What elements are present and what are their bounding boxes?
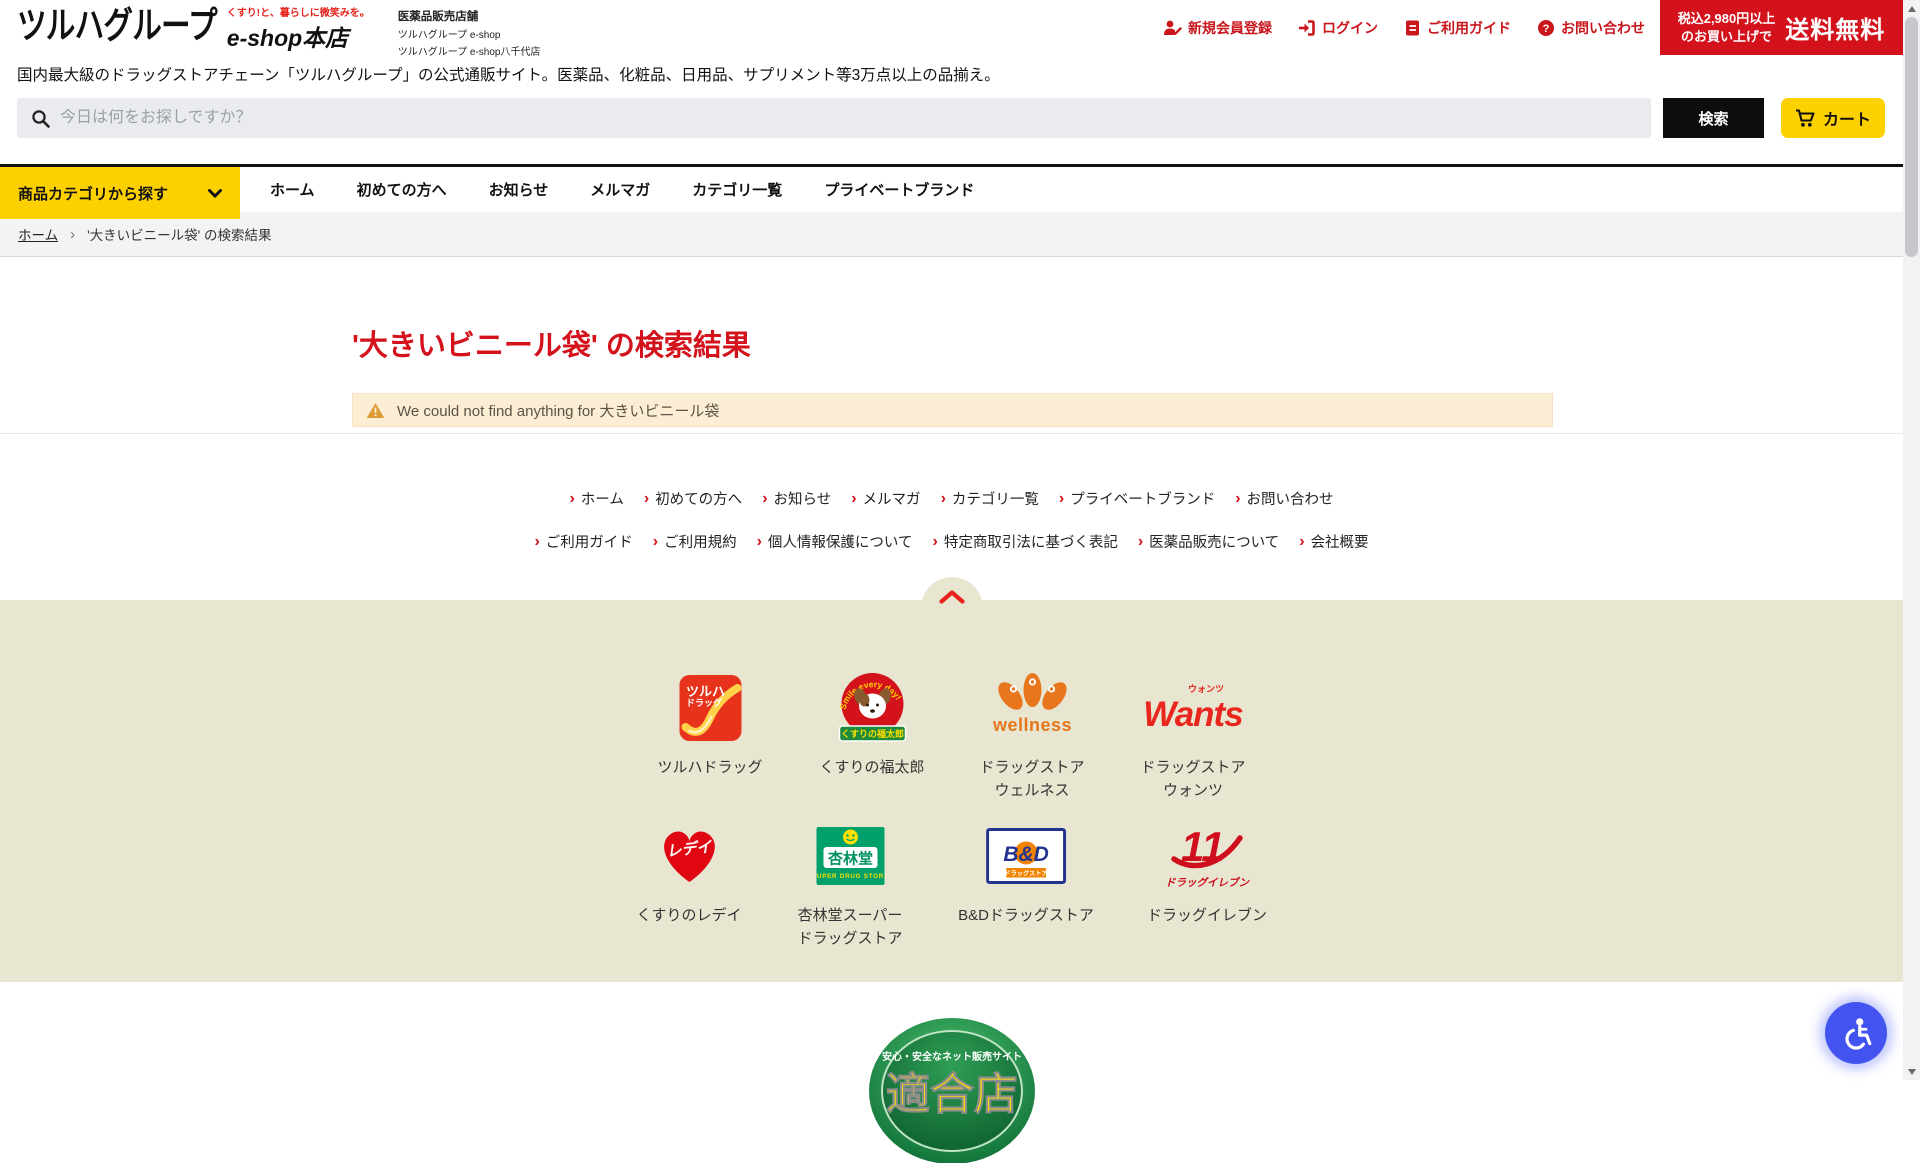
- footer-link-commerce-law[interactable]: ›特定商取引法に基づく表記: [933, 531, 1118, 552]
- footer-nav-row1: ›ホーム ›初めての方へ ›お知らせ ›メルマガ ›カテゴリ一覧 ›プライベート…: [0, 488, 1903, 509]
- login-icon: [1298, 19, 1316, 37]
- scrollbar-up-arrow[interactable]: [1903, 0, 1920, 17]
- nav-item-mailmag[interactable]: メルマガ: [590, 179, 650, 200]
- header-utility-links: 新規会員登録 ログイン ご利用ガイド ? お問い合わせ: [1190, 18, 1645, 38]
- register-link[interactable]: 新規会員登録: [1163, 18, 1272, 38]
- nav-item-home[interactable]: ホーム: [270, 179, 315, 200]
- section-divider: [0, 433, 1903, 434]
- guide-link[interactable]: ご利用ガイド: [1404, 18, 1511, 38]
- fukutaro-logo: Smile every day! くすりの福太郎: [836, 668, 908, 748]
- tsuruha-drug-logo: ツルハ ドラッグ: [679, 668, 741, 748]
- wellness-logo: wellness: [980, 668, 1084, 748]
- search-icon: [31, 109, 50, 128]
- nav-item-category-list[interactable]: カテゴリ一覧: [692, 179, 782, 200]
- kyorindo-logo: 杏林堂 SUPER DRUG STORE: [816, 816, 884, 896]
- footer-link-home[interactable]: ›ホーム: [569, 488, 623, 509]
- brand-kyorindo[interactable]: 杏林堂 SUPER DRUG STORE 杏林堂スーパードラッグストア: [797, 816, 902, 951]
- brand-tsuruha-drug[interactable]: ツルハ ドラッグ ツルハドラッグ: [657, 668, 762, 779]
- footer-link-news[interactable]: ›お知らせ: [762, 488, 831, 509]
- footer-link-drug-sales[interactable]: ›医薬品販売について: [1138, 531, 1279, 552]
- footer-link-guide[interactable]: ›ご利用ガイド: [534, 531, 632, 552]
- footer-link-privacy[interactable]: ›個人情報保護について: [757, 531, 913, 552]
- breadcrumb-home-link[interactable]: ホーム: [18, 224, 58, 244]
- scrollbar-thumb[interactable]: [1905, 17, 1918, 257]
- brand-drug-eleven[interactable]: 11 ドラッグイレブン ドラッグイレブン: [1147, 816, 1267, 927]
- brand-bd-drug[interactable]: B&D ドラッグストア B&D ドラッグストア: [958, 816, 1094, 927]
- page-title: '大きいビニール袋' の検索結果: [352, 322, 751, 364]
- free-shipping-label: 送料無料: [1785, 10, 1885, 45]
- chevron-up-icon: [939, 590, 965, 604]
- brand-redei[interactable]: レデイ くすりのレデイ: [636, 816, 741, 927]
- nav-item-first-time[interactable]: 初めての方へ: [357, 179, 447, 200]
- contact-link[interactable]: ? お問い合わせ: [1537, 18, 1645, 38]
- user-plus-icon: [1163, 19, 1182, 37]
- breadcrumb: ホーム › '大きいビニール袋' の検索結果: [0, 212, 1903, 257]
- redei-heart-logo: レデイ: [656, 816, 722, 896]
- shipping-condition: 税込2,980円以上 のお買い上げで: [1678, 10, 1776, 45]
- logo-wordmark: ツルハグループ: [17, 4, 217, 48]
- svg-text:適合店: 適合店: [886, 1070, 1018, 1119]
- brand-wants[interactable]: ウォンツ Wants ドラッグストアウォンツ: [1140, 668, 1245, 803]
- brand-fukutaro[interactable]: Smile every day! くすりの福太郎 くすりの福太郎: [819, 668, 924, 779]
- scrollbar[interactable]: [1903, 0, 1920, 1080]
- svg-text:SUPER DRUG STORE: SUPER DRUG STORE: [816, 873, 884, 880]
- guide-book-icon: [1404, 19, 1421, 37]
- search-input[interactable]: [60, 109, 1637, 127]
- svg-text:杏林堂: 杏林堂: [826, 850, 872, 868]
- svg-text:wellness: wellness: [991, 715, 1071, 735]
- breadcrumb-separator: ›: [70, 226, 75, 243]
- drug-eleven-logo: 11 ドラッグイレブン: [1165, 816, 1249, 896]
- question-icon: ?: [1537, 19, 1555, 37]
- cart-icon: [1795, 109, 1816, 128]
- nav-item-news[interactable]: お知らせ: [489, 179, 549, 200]
- accessibility-widget-button[interactable]: [1825, 1002, 1887, 1064]
- svg-text:安心・安全なネット販売サイト: 安心・安全なネット販売サイト: [882, 1050, 1022, 1063]
- no-results-message: We could not find anything for 大きいビニール袋: [352, 393, 1553, 427]
- site-logo[interactable]: ツルハグループ くすり!と、暮らしに微笑みを。 e-shop本店 医薬品販売店舗…: [17, 4, 540, 58]
- footer-link-contact[interactable]: ›お問い合わせ: [1235, 488, 1333, 509]
- main-nav-items: ホーム 初めての方へ お知らせ メルマガ カテゴリ一覧 プライベートブランド: [270, 167, 974, 212]
- free-shipping-banner: 税込2,980円以上 のお買い上げで 送料無料: [1660, 0, 1903, 55]
- login-link[interactable]: ログイン: [1298, 18, 1378, 38]
- footer-link-category-list[interactable]: ›カテゴリ一覧: [941, 488, 1039, 509]
- svg-text:B&D: B&D: [1003, 843, 1049, 866]
- svg-text:?: ?: [1543, 23, 1550, 35]
- accessibility-icon: [1839, 1016, 1873, 1050]
- nav-item-private-brand[interactable]: プライベートブランド: [824, 179, 974, 200]
- warning-icon: [366, 402, 385, 419]
- search-bar[interactable]: [17, 98, 1651, 138]
- footer-brand-area: [0, 600, 1903, 982]
- search-button[interactable]: 検索: [1663, 98, 1764, 138]
- logo-catchphrase: くすり!と、暮らしに微笑みを。: [227, 4, 370, 19]
- chevron-down-icon: [208, 189, 222, 198]
- footer-link-company[interactable]: ›会社概要: [1299, 531, 1368, 552]
- wants-logo: ウォンツ Wants: [1143, 668, 1242, 748]
- footer-nav-row2: ›ご利用ガイド ›ご利用規約 ›個人情報保護について ›特定商取引法に基づく表記…: [0, 531, 1903, 552]
- scrollbar-down-arrow[interactable]: [1903, 1063, 1920, 1080]
- store-info: 医薬品販売店舗 ツルハグループ e-shop ツルハグループ e-shop八千代…: [398, 4, 541, 58]
- scroll-to-top-button[interactable]: [921, 577, 983, 639]
- certified-shop-badge: 安心・安全なネット販売サイト 適合店: [867, 1013, 1037, 1168]
- footer-link-private-brand[interactable]: ›プライベートブランド: [1059, 488, 1215, 509]
- brand-wellness[interactable]: wellness ドラッグストアウェルネス: [979, 668, 1084, 803]
- site-tagline: 国内最大級のドラッグストアチェーン「ツルハグループ」の公式通販サイト。医薬品、化…: [17, 63, 1000, 85]
- svg-text:くすりの福太郎: くすりの福太郎: [840, 728, 903, 739]
- breadcrumb-current: '大きいビニール袋' の検索結果: [87, 224, 271, 244]
- footer-link-mailmag[interactable]: ›メルマガ: [851, 488, 920, 509]
- svg-text:ドラッグストア: ドラッグストア: [1004, 869, 1047, 877]
- cart-button[interactable]: カート: [1781, 98, 1885, 138]
- footer-link-first-time[interactable]: ›初めての方へ: [644, 488, 742, 509]
- bd-drug-logo: B&D ドラッグストア: [986, 816, 1066, 896]
- logo-shop-name: e-shop本店: [227, 19, 370, 53]
- footer-link-terms[interactable]: ›ご利用規約: [653, 531, 737, 552]
- category-menu-button[interactable]: 商品カテゴリから探す: [0, 167, 240, 219]
